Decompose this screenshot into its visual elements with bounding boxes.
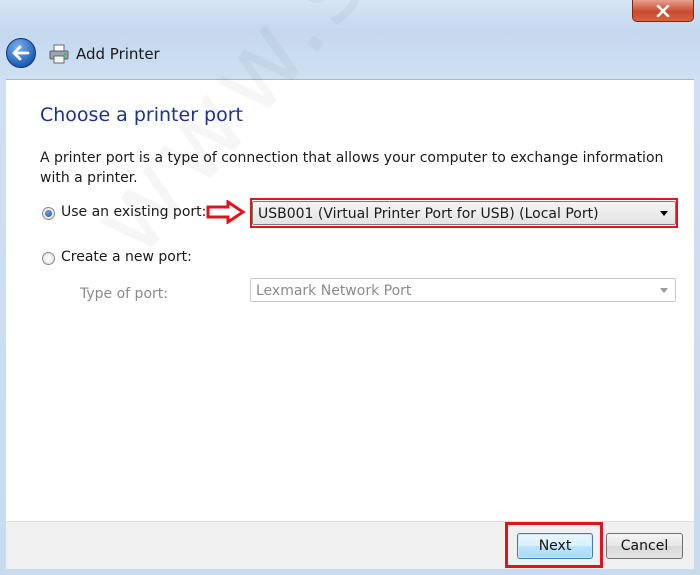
- watermark: www.setprinter.co: [66, 0, 700, 278]
- close-icon: [656, 4, 670, 17]
- content-panel: www.setprinter.co Choose a printer port …: [6, 79, 694, 521]
- page-description: A printer port is a type of connection t…: [40, 150, 664, 186]
- back-button[interactable]: [6, 38, 36, 68]
- window-title: Add Printer: [76, 45, 160, 63]
- cancel-button[interactable]: Cancel: [606, 533, 683, 559]
- page-title: Choose a printer port: [40, 104, 243, 126]
- window-frame: Add Printer www.setprinter.co Choose a p…: [0, 0, 700, 575]
- existing-port-select[interactable]: USB001 (Virtual Printer Port for USB) (L…: [252, 201, 676, 225]
- port-type-value: Lexmark Network Port: [256, 283, 412, 299]
- use-existing-port-radio[interactable]: [42, 207, 55, 220]
- use-existing-port-label[interactable]: Use an existing port:: [61, 204, 206, 220]
- port-type-select[interactable]: Lexmark Network Port: [250, 278, 676, 302]
- port-type-label: Type of port:: [80, 286, 168, 302]
- red-arrow-icon: [206, 200, 246, 224]
- create-new-port-label[interactable]: Create a new port:: [61, 249, 192, 265]
- back-arrow-icon: [12, 45, 30, 61]
- existing-port-value: USB001 (Virtual Printer Port for USB) (L…: [258, 206, 599, 222]
- next-button-highlight: [505, 522, 603, 568]
- chevron-down-icon: [660, 211, 668, 216]
- create-new-port-radio[interactable]: [42, 252, 55, 265]
- printer-icon: [49, 44, 69, 64]
- close-button[interactable]: [632, 0, 694, 22]
- chevron-down-icon: [660, 288, 668, 293]
